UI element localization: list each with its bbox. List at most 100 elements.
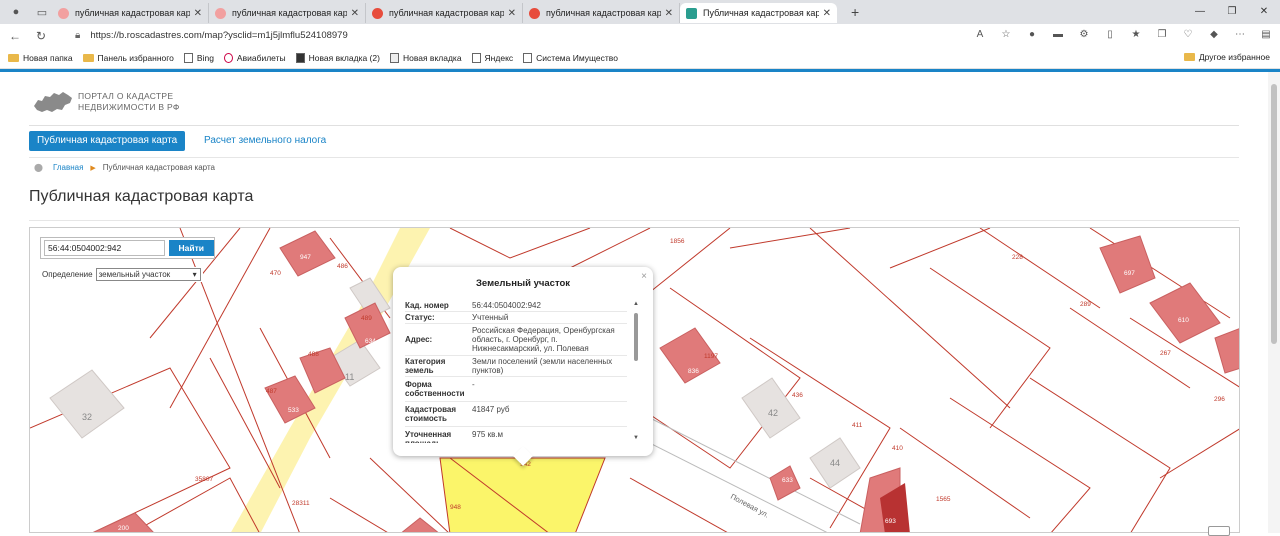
tab-actions-icon[interactable]: ▭ bbox=[32, 2, 52, 22]
row-key: Уточненная площадь bbox=[405, 430, 452, 443]
browser-tab[interactable]: публичная кадастровая карта — ✕ bbox=[523, 3, 680, 23]
building-number: 42 bbox=[768, 408, 778, 418]
bookmark-folder[interactable]: Новая папка bbox=[8, 53, 73, 63]
split-screen-icon[interactable]: ▯ bbox=[1102, 27, 1118, 43]
bookmark-folder[interactable]: Панель избранного bbox=[82, 53, 174, 63]
definition-row: Определение земельный участок bbox=[40, 267, 203, 282]
popup-row: Форма собственности - bbox=[405, 377, 627, 402]
other-favorites[interactable]: Другое избранное bbox=[1183, 52, 1270, 62]
row-key: Статус: bbox=[405, 313, 435, 322]
browser-tab-active[interactable]: Публичная кадастровая карта ✕ bbox=[680, 3, 837, 23]
new-tab-icon[interactable]: + bbox=[851, 4, 859, 20]
bookmark[interactable]: Новая вкладка bbox=[389, 52, 462, 63]
parcel-number: 1565 bbox=[936, 496, 951, 503]
scrollbar-thumb[interactable] bbox=[634, 313, 638, 361]
folder-icon bbox=[1183, 53, 1195, 61]
browser-tab-bar: ● ▭ публичная кадастровая карта и ✕ публи… bbox=[0, 0, 1280, 24]
bookmark-label: Новая вкладка bbox=[402, 52, 462, 63]
profile-icon[interactable]: ● bbox=[6, 2, 26, 22]
url-text: https://b.roscadastres.com/map?ysclid=m1… bbox=[90, 30, 348, 41]
bookmark-label: Новая папка bbox=[23, 52, 73, 63]
close-tab-icon[interactable]: ✕ bbox=[665, 8, 673, 19]
favorites-icon[interactable]: ★ bbox=[1128, 27, 1144, 43]
page-scrollbar[interactable] bbox=[1268, 72, 1280, 533]
scrollbar-thumb[interactable] bbox=[1271, 84, 1277, 344]
browser-tab[interactable]: публичная кадастровая карта — ✕ bbox=[366, 3, 523, 23]
row-key: Кадастровая стоимость bbox=[405, 405, 457, 423]
refresh-icon[interactable]: ↻ bbox=[30, 29, 52, 43]
row-key: Адрес: bbox=[405, 335, 433, 344]
bookmark[interactable]: Система Имущество bbox=[523, 52, 618, 63]
close-window-icon[interactable]: ✕ bbox=[1248, 0, 1280, 24]
close-tab-icon[interactable]: ✕ bbox=[194, 8, 202, 19]
bookmark-label: Система Имущество bbox=[536, 52, 618, 63]
browser-tab[interactable]: публичная кадастровая карта и ✕ bbox=[52, 3, 209, 23]
sidebar-icon[interactable]: ▤ bbox=[1258, 27, 1274, 43]
back-icon[interactable]: ← bbox=[4, 29, 26, 43]
cadastral-number-input[interactable]: 56:44:0504002:942 bbox=[44, 240, 165, 256]
bookmark[interactable]: Яндекс bbox=[471, 52, 514, 63]
bookmark[interactable]: Bing bbox=[183, 52, 214, 63]
tab-title: публичная кадастровая карта и bbox=[75, 8, 190, 18]
rosreestr-favicon bbox=[686, 7, 697, 19]
url-field[interactable]: 🔒︎ https://b.roscadastres.com/map?ysclid… bbox=[75, 26, 975, 45]
page-title: Публичная кадастровая карта bbox=[29, 188, 254, 205]
row-value: 975 кв.м bbox=[472, 430, 504, 439]
bookmark[interactable]: Новая вкладка (2) bbox=[295, 52, 380, 63]
menu-item-cadastral-map[interactable]: Публичная кадастровая карта bbox=[29, 131, 186, 151]
popup-scrollbar[interactable]: ▲ ▼ bbox=[633, 301, 639, 441]
favorite-star-icon[interactable]: ☆ bbox=[998, 27, 1014, 43]
menu-item-land-tax[interactable]: Расчет земельного налога bbox=[204, 131, 326, 151]
browser-toolbar: A ☆ ● ▬ ⚙ ▯ ★ ❐ ♡ ◆ ⋯ ▤ bbox=[972, 27, 1274, 43]
browser-tab[interactable]: публичная кадастровая карта — ✕ bbox=[209, 3, 366, 23]
bookmark-label: Новая вкладка (2) bbox=[308, 52, 380, 63]
more-menu-icon[interactable]: ⋯ bbox=[1232, 27, 1248, 43]
parcel-number: 35807 bbox=[195, 476, 213, 483]
popup-row: Адрес: Российская Федерация, Оренбургская… bbox=[405, 324, 627, 356]
parcel-number: 1197 bbox=[704, 353, 718, 360]
lock-icon[interactable]: 🔒︎ bbox=[75, 30, 80, 41]
extensions-icon[interactable]: ⚙ bbox=[1076, 27, 1092, 43]
close-tab-icon[interactable]: ✕ bbox=[508, 8, 516, 19]
popup-row: Статус: Учтенный bbox=[405, 312, 627, 324]
divider bbox=[29, 220, 1239, 221]
parcel-number: 28311 bbox=[292, 500, 310, 507]
read-aloud-icon[interactable]: A bbox=[972, 27, 988, 43]
row-value: Земли поселений (земли населенных пункто… bbox=[472, 357, 613, 375]
map-control[interactable] bbox=[1208, 526, 1230, 536]
bookmark-label: Другое избранное bbox=[1198, 52, 1270, 62]
collections-icon[interactable]: ❐ bbox=[1154, 27, 1170, 43]
row-key: Категория земель bbox=[405, 357, 446, 375]
breadcrumb: ⬤ Главная ▶ Публичная кадастровая карта bbox=[34, 163, 215, 172]
definition-select[interactable]: земельный участок bbox=[95, 268, 201, 281]
restore-icon[interactable]: ❐ bbox=[1216, 0, 1248, 24]
scroll-up-icon[interactable]: ▲ bbox=[633, 301, 639, 307]
popup-row: Кад. номер 56:44:0504002:942 bbox=[405, 300, 627, 312]
building-number: 697 bbox=[1124, 270, 1135, 277]
row-value: 56:44:0504002:942 bbox=[472, 301, 541, 310]
row-value: Учтенный bbox=[472, 313, 509, 322]
close-tab-icon[interactable]: ✕ bbox=[351, 8, 359, 19]
building-number: 633 bbox=[782, 477, 793, 484]
close-tab-icon[interactable]: ✕ bbox=[823, 8, 831, 19]
breadcrumb-home[interactable]: Главная bbox=[53, 163, 83, 172]
search-button[interactable]: Найти bbox=[168, 240, 214, 256]
row-key: Форма собственности bbox=[405, 380, 465, 398]
bookmark[interactable]: Авиабилеты bbox=[223, 52, 286, 63]
extension-icon[interactable]: ● bbox=[1024, 27, 1040, 43]
parcel-number: 489 bbox=[361, 315, 372, 322]
browser-essentials-icon[interactable]: ♡ bbox=[1180, 27, 1196, 43]
scroll-down-icon[interactable]: ▼ bbox=[633, 435, 639, 441]
extension-icon[interactable]: ▬ bbox=[1050, 27, 1066, 43]
page-icon bbox=[183, 52, 193, 63]
parcel-number: 436 bbox=[792, 392, 803, 399]
close-icon[interactable]: × bbox=[641, 271, 647, 282]
parcel-number: 487 bbox=[266, 388, 277, 395]
bookmark-label: Яндекс bbox=[484, 52, 514, 63]
parcel-number: 1856 bbox=[670, 238, 685, 245]
minimize-icon[interactable]: — bbox=[1184, 0, 1216, 24]
folder-icon bbox=[8, 53, 19, 62]
copilot-icon[interactable]: ◆ bbox=[1206, 27, 1222, 43]
site-logo[interactable]: ПОРТАЛ О КАДАСТРЕ НЕДВИЖИМОСТИ В РФ bbox=[32, 88, 180, 116]
row-value: Российская Федерация, Оренбургская облас… bbox=[472, 326, 615, 353]
